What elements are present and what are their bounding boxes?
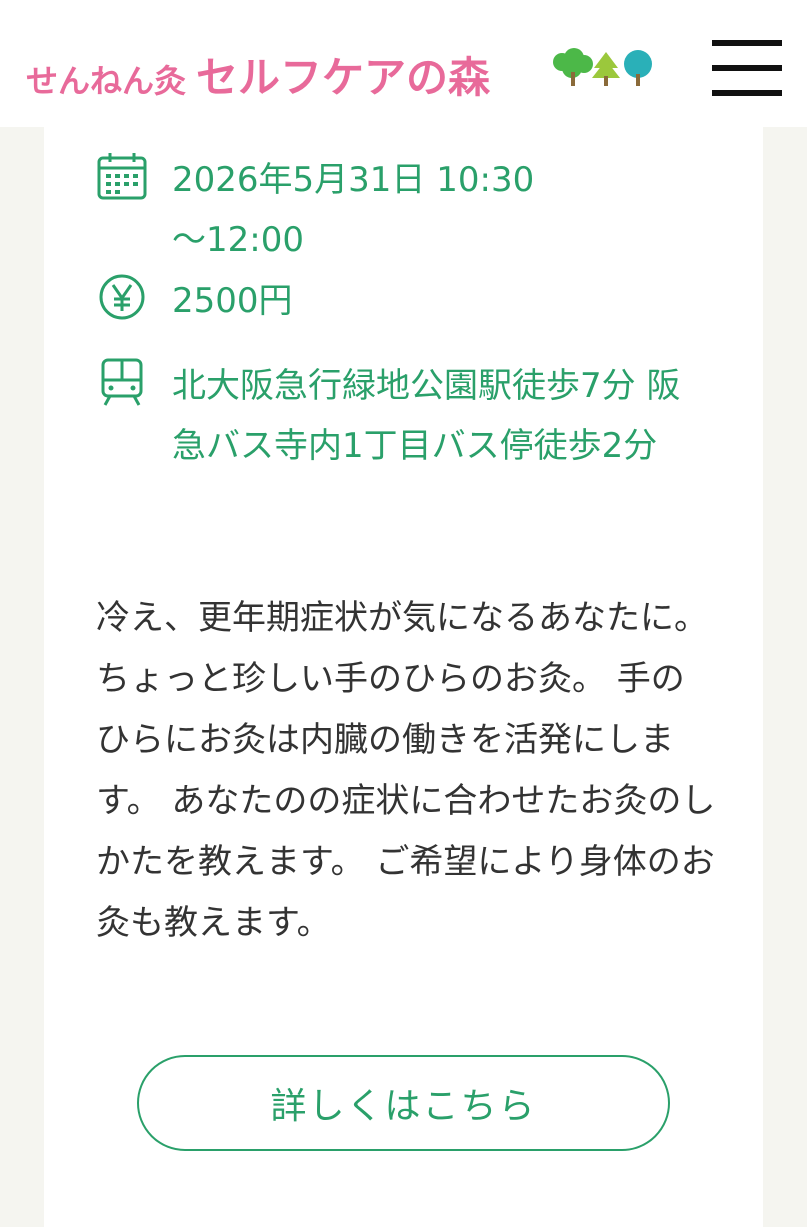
train-icon [101,358,143,406]
site-logo[interactable]: せんねん灸 セルフケアの森 [26,44,490,102]
logo-title-text: セルフケアの森 [196,53,491,102]
menu-button[interactable] [712,40,782,96]
hamburger-menu-bar [712,65,782,71]
event-time-line: ～12:00 [172,220,304,260]
trees-icon [553,48,652,86]
event-access: 北大阪急行緑地公園駅徒歩7分 阪急バス寺内1丁目バス停徒歩2分 [96,356,692,476]
event-date-line: 2026年5月31日 10:30 [172,160,535,200]
details-button[interactable]: 詳しくはこちら [137,1055,670,1151]
event-access-text: 北大阪急行緑地公園駅徒歩7分 阪急バス寺内1丁目バス停徒歩2分 [172,366,681,466]
calendar-icon [97,153,147,200]
hamburger-menu-icon [712,40,782,46]
site-header: せんねん灸 セルフケアの森 [0,0,807,127]
event-datetime-text: 2026年5月31日 10:30 ～12:00 [172,150,692,270]
hamburger-menu-bar [712,90,782,96]
event-datetime: 2026年5月31日 10:30 ～12:00 [96,150,692,270]
event-price: 2500円 [96,271,692,331]
event-description: 冷え、更年期症状が気になるあなたに。 ちょっと珍しい手のひらのお灸。 手のひらに… [96,598,716,943]
yen-icon [99,274,145,320]
event-price-text: 2500円 [172,281,293,321]
logo-brand-text: せんねん灸 [26,62,187,100]
